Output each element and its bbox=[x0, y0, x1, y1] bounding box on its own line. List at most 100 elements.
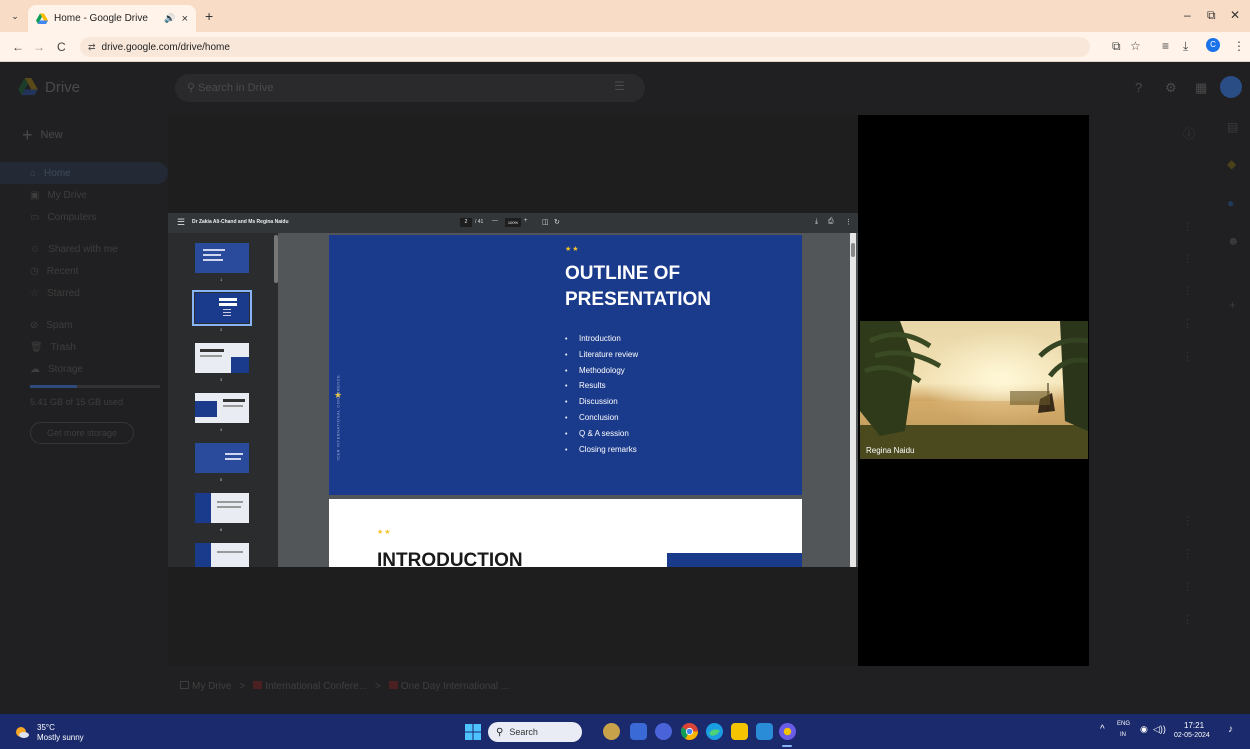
zoom-in-button[interactable]: + bbox=[524, 218, 528, 224]
page-thumbnail[interactable] bbox=[195, 543, 249, 567]
address-bar[interactable]: ⇄ drive.google.com/drive/home bbox=[80, 37, 1090, 57]
url-text[interactable]: drive.google.com/drive/home bbox=[102, 42, 230, 53]
page-thumbnail[interactable] bbox=[195, 443, 249, 473]
profile-avatar[interactable]: C bbox=[1206, 38, 1220, 52]
apps-grid-icon[interactable]: ▦ bbox=[1195, 80, 1207, 96]
forward-icon[interactable]: → bbox=[33, 40, 45, 54]
page-thumbnail[interactable] bbox=[195, 343, 249, 373]
weather-description[interactable]: Mostly sunny bbox=[37, 733, 84, 742]
volume-icon[interactable]: ◁)) bbox=[1153, 724, 1166, 735]
zoom-out-button[interactable]: — bbox=[492, 218, 498, 224]
new-tab-button[interactable]: + bbox=[205, 8, 213, 24]
more-options-icon[interactable]: ⋮ bbox=[845, 218, 852, 226]
rotate-icon[interactable]: ↻ bbox=[554, 218, 560, 226]
settings-gear-icon[interactable]: ⚙ bbox=[1165, 80, 1177, 96]
info-icon[interactable]: ⓘ bbox=[1183, 125, 1195, 142]
download-icon[interactable]: ⤓ bbox=[1183, 39, 1188, 54]
sidebar-item-recent[interactable]: ◷ Recent bbox=[0, 260, 168, 282]
row-more-icon[interactable]: ⋮ bbox=[1182, 580, 1193, 593]
row-more-icon[interactable]: ⋮ bbox=[1182, 547, 1193, 560]
document-scrollbar[interactable] bbox=[850, 233, 856, 567]
drive-search-input[interactable]: ⚲ Search in Drive bbox=[175, 74, 645, 102]
windows-start-icon[interactable] bbox=[465, 724, 481, 740]
clock-time[interactable]: 17:21 bbox=[1184, 721, 1204, 730]
download-icon[interactable]: ⤓ bbox=[815, 218, 818, 226]
clock-date[interactable]: 02-05-2024 bbox=[1174, 732, 1210, 739]
row-more-icon[interactable]: ⋮ bbox=[1182, 317, 1193, 330]
store-icon[interactable] bbox=[756, 723, 773, 740]
speaker-icon[interactable]: 🔊 bbox=[164, 13, 175, 24]
zoom-app-icon[interactable] bbox=[779, 723, 796, 740]
file-explorer-icon[interactable] bbox=[731, 723, 748, 740]
sidebar-item-shared[interactable]: ☺ Shared with me bbox=[0, 238, 168, 260]
list-item: Discussion bbox=[565, 394, 638, 410]
drive-logo-icon[interactable] bbox=[18, 78, 38, 96]
weather-temperature[interactable]: 35°C bbox=[37, 723, 55, 732]
browser-tab-drive[interactable]: Home - Google Drive 🔊 × bbox=[28, 5, 196, 32]
participant-video-tile[interactable]: Regina Naidu bbox=[860, 321, 1088, 459]
print-icon[interactable]: ⎙ bbox=[828, 218, 834, 226]
back-icon[interactable]: ← bbox=[12, 40, 24, 54]
browser-menu-icon[interactable]: ⋮ bbox=[1233, 39, 1245, 53]
taskbar-search-box[interactable]: ⚲ Search bbox=[488, 722, 582, 742]
breadcrumb-item[interactable]: One Day International ... bbox=[388, 681, 509, 692]
sidebar-item-storage[interactable]: ☁ Storage bbox=[0, 358, 168, 380]
breadcrumb-item[interactable]: My Drive bbox=[180, 681, 231, 692]
notification-bell-icon[interactable]: ♪ bbox=[1228, 724, 1233, 735]
edge-icon[interactable] bbox=[706, 723, 723, 740]
new-button[interactable]: + New bbox=[22, 120, 92, 150]
drive-account-avatar[interactable] bbox=[1220, 76, 1242, 98]
window-close-icon[interactable]: ✕ bbox=[1230, 8, 1240, 22]
breadcrumb-item[interactable]: International Confere... bbox=[253, 681, 367, 692]
chrome-icon[interactable] bbox=[681, 723, 698, 740]
menu-icon[interactable]: ☰ bbox=[177, 217, 185, 228]
widgets-icon[interactable] bbox=[603, 723, 620, 740]
wifi-icon[interactable]: ◉ bbox=[1140, 724, 1148, 735]
fit-page-icon[interactable]: ◫ bbox=[542, 218, 549, 226]
sidebar-item-my-drive[interactable]: ▣ My Drive bbox=[0, 184, 168, 206]
sidebar-item-starred[interactable]: ☆ Starred bbox=[0, 282, 168, 304]
scrollbar-thumb[interactable] bbox=[851, 243, 855, 257]
weather-sun-icon[interactable] bbox=[14, 724, 30, 740]
row-more-icon[interactable]: ⋮ bbox=[1182, 220, 1193, 233]
sidebar-item-computers[interactable]: ▭ Computers bbox=[0, 206, 168, 228]
tab-search-dropdown-icon[interactable]: ⌄ bbox=[8, 9, 22, 23]
sidebar-item-trash[interactable]: 🗑 Trash bbox=[0, 336, 168, 358]
bookmark-star-icon[interactable]: ☆ bbox=[1130, 39, 1141, 53]
cast-icon[interactable]: ⧉ bbox=[1112, 39, 1121, 54]
search-options-icon[interactable]: ☰ bbox=[614, 79, 625, 93]
page-thumbnail[interactable] bbox=[195, 393, 249, 423]
drive-app-name[interactable]: Drive bbox=[45, 79, 80, 96]
input-region[interactable]: IN bbox=[1120, 732, 1126, 738]
keep-icon[interactable]: ◆ bbox=[1227, 157, 1236, 171]
row-more-icon[interactable]: ⋮ bbox=[1182, 350, 1193, 363]
reading-list-icon[interactable]: ≡ bbox=[1162, 39, 1169, 53]
page-number-input[interactable]: 2 bbox=[460, 218, 472, 227]
get-more-storage-button[interactable]: Get more storage bbox=[30, 422, 134, 444]
calendar-icon[interactable]: ▤ bbox=[1227, 120, 1238, 134]
chat-icon[interactable] bbox=[655, 723, 672, 740]
help-icon[interactable]: ? bbox=[1135, 80, 1142, 95]
tasks-icon[interactable]: ● bbox=[1227, 196, 1234, 210]
row-more-icon[interactable]: ⋮ bbox=[1182, 252, 1193, 265]
sidebar-item-spam[interactable]: ⊘ Spam bbox=[0, 314, 168, 336]
add-addon-icon[interactable]: + bbox=[1229, 298, 1236, 312]
row-more-icon[interactable]: ⋮ bbox=[1182, 284, 1193, 297]
input-language[interactable]: ENG bbox=[1117, 721, 1130, 727]
row-more-icon[interactable]: ⋮ bbox=[1182, 514, 1193, 527]
page-thumbnail-selected[interactable] bbox=[192, 290, 252, 326]
contacts-icon[interactable]: ☻ bbox=[1227, 234, 1240, 248]
site-settings-icon[interactable]: ⇄ bbox=[88, 42, 96, 53]
tray-overflow-icon[interactable]: ^ bbox=[1100, 724, 1105, 735]
task-view-icon[interactable] bbox=[630, 723, 647, 740]
row-more-icon[interactable]: ⋮ bbox=[1182, 613, 1193, 626]
zoom-level-input[interactable]: 100% bbox=[505, 218, 521, 227]
page-thumbnail[interactable] bbox=[195, 493, 249, 523]
reload-icon[interactable]: C bbox=[57, 40, 66, 54]
sidebar-item-home[interactable]: ⌂ Home bbox=[0, 162, 168, 184]
maximize-icon[interactable]: ⧉ bbox=[1207, 8, 1216, 23]
tab-close-icon[interactable]: × bbox=[182, 13, 188, 25]
minimize-icon[interactable]: – bbox=[1184, 8, 1191, 22]
page-thumbnail[interactable] bbox=[195, 243, 249, 273]
pdf-document-area[interactable]: ★★ OUTLINE OF PRESENTATION Introduction … bbox=[278, 233, 858, 567]
